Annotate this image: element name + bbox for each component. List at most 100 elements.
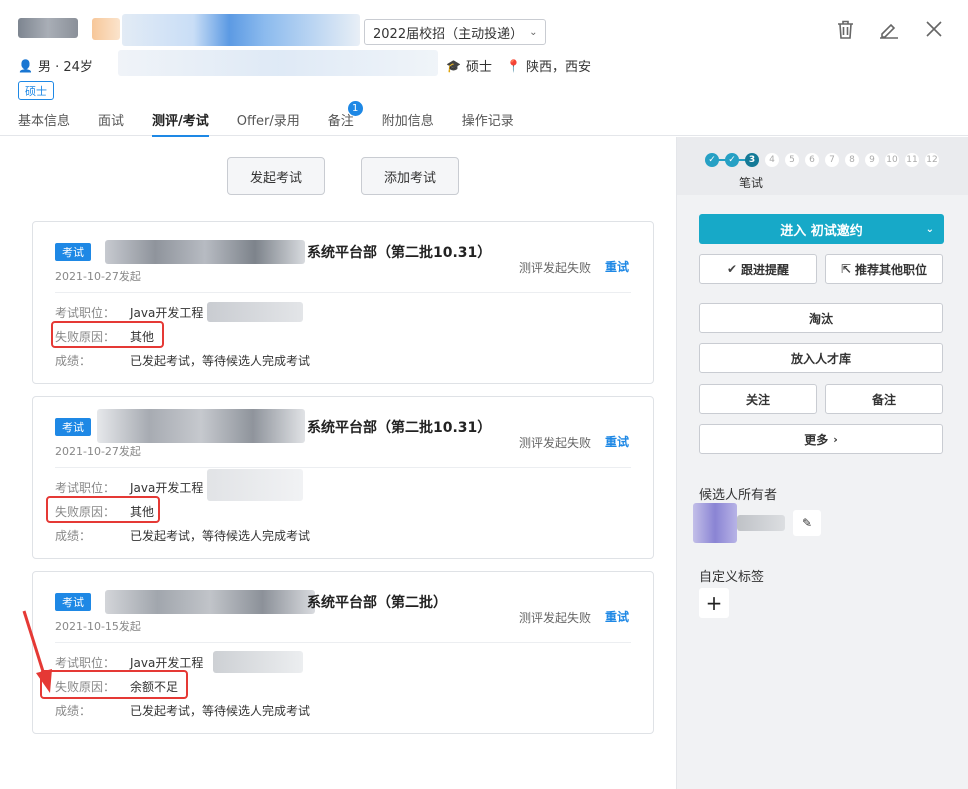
location-pin-icon: 📍	[506, 58, 521, 73]
person-icon: 👤	[18, 58, 33, 73]
exam-list-panel: 发起考试 添加考试 考试 系统平台部（第二批10.31） 2021-10-27发…	[0, 137, 676, 789]
gender-age: 👤 男 · 24岁	[18, 58, 93, 76]
blurred-avatar	[92, 18, 120, 40]
advance-stage-button[interactable]: 进入 初试邀约 ⌄	[699, 214, 944, 244]
exam-position-row: 考试职位： Java开发工程	[55, 481, 204, 495]
chevron-down-icon: ⌄	[529, 26, 538, 38]
location-meta: 📍 陕西，西安	[506, 58, 591, 76]
tab-extra-info[interactable]: 附加信息	[382, 110, 462, 136]
trash-icon[interactable]	[834, 18, 856, 40]
exam-status: 测评发起失败	[519, 436, 592, 450]
blurred-owner-name	[737, 515, 785, 531]
tab-basic-info[interactable]: 基本信息	[18, 110, 98, 136]
exam-title: 系统平台部（第二批10.31）	[307, 420, 492, 436]
action-sidebar: ✓ ✓ 3 4 5 6 7 8 9 10 11 12 笔试 进入 初试邀约 ⌄ …	[676, 137, 968, 789]
step-indicator[interactable]: 11	[905, 153, 919, 167]
degree-badge: 硕士	[18, 81, 54, 100]
blurred-position	[207, 302, 303, 322]
follow-up-reminder-button[interactable]: ✔ 跟进提醒	[699, 254, 817, 284]
card-divider	[55, 642, 631, 643]
failure-reason-highlight	[51, 321, 164, 348]
exam-date: 2021-10-27发起	[55, 445, 141, 458]
blurred-name	[18, 18, 78, 38]
exam-card: 考试 系统平台部（第二批） 2021-10-15发起 测评发起失败 重试 考试职…	[32, 571, 654, 734]
chevron-down-icon[interactable]: ⌄	[926, 224, 934, 235]
chevron-right-icon: ›	[833, 432, 838, 446]
blurred-exam-name	[105, 590, 315, 614]
tab-interview[interactable]: 面试	[98, 110, 152, 136]
pencil-icon: ✎	[801, 516, 813, 530]
tab-notes[interactable]: 备注 1	[328, 101, 382, 136]
step-indicator[interactable]: 5	[785, 153, 799, 167]
blurred-position	[213, 651, 303, 673]
retry-link[interactable]: 重试	[605, 608, 629, 625]
score-row: 成绩： 已发起考试，等待候选人完成考试	[55, 354, 311, 368]
current-step-label: 笔试	[739, 176, 764, 190]
exam-card: 考试 系统平台部（第二批10.31） 2021-10-27发起 测评发起失败 重…	[32, 221, 654, 384]
tab-assessment-exam[interactable]: 测评/考试	[152, 110, 237, 137]
exam-position-row: 考试职位： Java开发工程	[55, 656, 204, 670]
job-select-value: 2022届校招（主动投递）	[373, 26, 524, 42]
retry-link[interactable]: 重试	[605, 433, 629, 450]
exam-status: 测评发起失败	[519, 261, 592, 275]
check-circle-icon: ✔	[726, 262, 738, 276]
exam-date: 2021-10-15发起	[55, 620, 141, 633]
blurred-exam-name	[105, 240, 305, 264]
notes-count-badge: 1	[347, 101, 363, 116]
more-button[interactable]: 更多 ›	[699, 424, 943, 454]
retry-link[interactable]: 重试	[605, 258, 629, 275]
step-indicator[interactable]: 8	[845, 153, 859, 167]
tab-operation-log[interactable]: 操作记录	[462, 110, 542, 136]
job-select[interactable]: 2022届校招（主动投递） ⌄	[364, 19, 547, 45]
blurred-position	[207, 469, 303, 501]
card-divider	[55, 292, 631, 293]
step-indicator[interactable]: 9	[865, 153, 879, 167]
stage-progress: ✓ ✓ 3 4 5 6 7 8 9 10 11 12 笔试	[677, 137, 968, 195]
talent-pool-button[interactable]: 放入人才库	[699, 343, 943, 373]
exam-tag: 考试	[55, 593, 91, 611]
step-indicator[interactable]: ✓	[705, 153, 719, 167]
recommend-position-button[interactable]: ⇱ 推荐其他职位	[825, 254, 943, 284]
score-row: 成绩： 已发起考试，等待候选人完成考试	[55, 704, 311, 718]
step-indicator[interactable]: 12	[925, 153, 939, 167]
close-icon[interactable]	[923, 18, 945, 40]
step-indicator[interactable]: 3	[745, 153, 759, 167]
start-exam-button[interactable]: 发起考试	[227, 157, 325, 195]
blurred-exam-name	[97, 409, 305, 443]
tab-bar: 基本信息 面试 测评/考试 Offer/录用 备注 1 附加信息 操作记录	[18, 101, 542, 137]
eliminate-button[interactable]: 淘汰	[699, 303, 943, 333]
note-button[interactable]: 备注	[825, 384, 943, 414]
tab-offer[interactable]: Offer/录用	[237, 110, 328, 136]
exam-status: 测评发起失败	[519, 611, 592, 625]
exam-tag: 考试	[55, 243, 91, 261]
annotation-arrow	[22, 610, 52, 693]
edit-owner-button[interactable]: ✎	[793, 510, 821, 536]
exam-card: 考试 系统平台部（第二批10.31） 2021-10-27发起 测评发起失败 重…	[32, 396, 654, 559]
custom-tags-label: 自定义标签	[699, 570, 765, 585]
exam-title: 系统平台部（第二批10.31）	[307, 245, 492, 261]
step-indicator[interactable]: ✓	[725, 153, 739, 167]
blurred-owner-avatar	[693, 503, 737, 543]
score-row: 成绩： 已发起考试，等待候选人完成考试	[55, 529, 311, 543]
pencil-icon[interactable]	[878, 18, 900, 40]
owner-label: 候选人所有者	[699, 488, 778, 503]
graduation-cap-icon: 🎓	[446, 58, 461, 73]
blurred-info	[122, 14, 360, 46]
step-indicator[interactable]: 7	[825, 153, 839, 167]
failure-reason-highlight	[46, 496, 160, 523]
external-link-icon: ⇱	[840, 262, 852, 276]
failure-reason-highlight	[40, 670, 188, 699]
step-indicator[interactable]: 4	[765, 153, 779, 167]
add-exam-button[interactable]: 添加考试	[361, 157, 459, 195]
exam-position-row: 考试职位： Java开发工程	[55, 306, 204, 320]
blurred-contact	[118, 50, 438, 76]
add-tag-button[interactable]: +	[699, 588, 729, 618]
step-indicator[interactable]: 10	[885, 153, 899, 167]
exam-title: 系统平台部（第二批）	[307, 595, 447, 611]
step-indicator[interactable]: 6	[805, 153, 819, 167]
watch-button[interactable]: 关注	[699, 384, 817, 414]
exam-date: 2021-10-27发起	[55, 270, 141, 283]
plus-icon: +	[705, 591, 723, 615]
candidate-header: 2022届校招（主动投递） ⌄ 👤 男 · 24岁 🎓 硕士 📍 陕西，西安 硕…	[0, 0, 968, 137]
education-meta: 🎓 硕士	[446, 58, 492, 76]
